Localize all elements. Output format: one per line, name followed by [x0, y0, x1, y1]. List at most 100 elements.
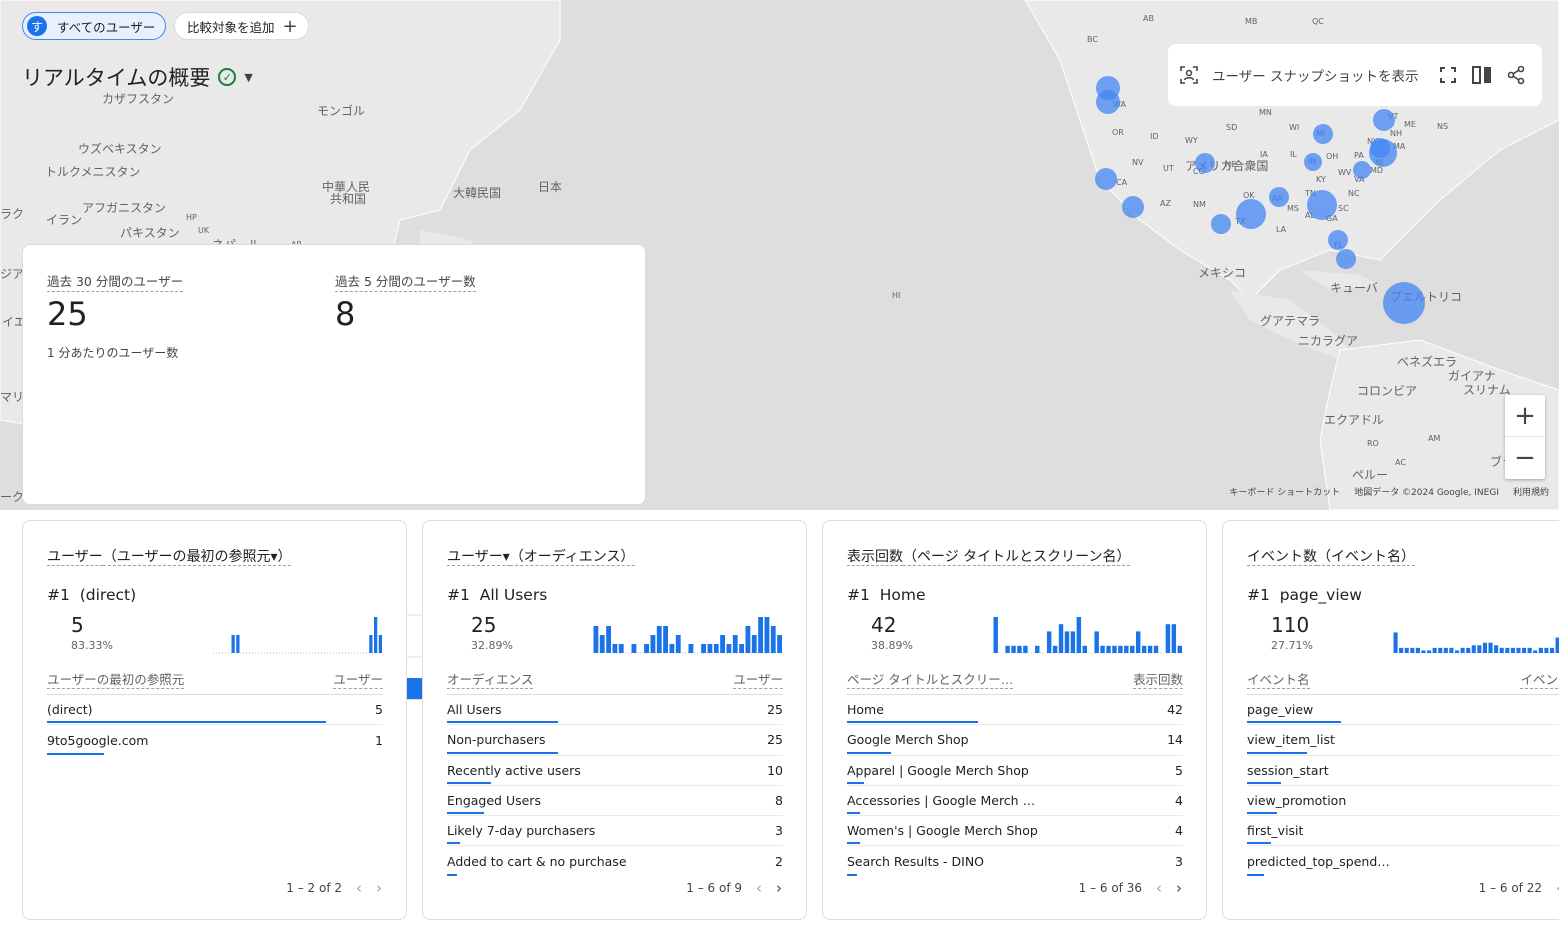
- map-data-credit: 地図データ ©2024 Google, INEGI: [1354, 488, 1499, 498]
- compare-columns-icon[interactable]: [1471, 64, 1493, 86]
- dimension-column-header[interactable]: ページ タイトルとスクリー…: [847, 669, 1014, 689]
- page-title: リアルタイムの概要: [22, 66, 211, 90]
- chevron-down-icon[interactable]: ▼: [244, 71, 252, 84]
- card-title-metric[interactable]: ユーザー: [47, 549, 103, 566]
- metric-column-header[interactable]: イベント数: [1520, 669, 1559, 689]
- user-location-dot[interactable]: [1195, 153, 1215, 173]
- segment-avatar: す: [27, 16, 47, 36]
- chevron-left-icon[interactable]: ‹: [1156, 879, 1162, 897]
- user-location-dot[interactable]: [1269, 187, 1289, 207]
- user-location-dot[interactable]: [1353, 161, 1371, 179]
- keyboard-shortcuts-link[interactable]: キーボード ショートカット: [1229, 485, 1340, 498]
- dimension-column-header[interactable]: ユーザーの最初の参照元: [47, 669, 185, 689]
- user-location-dot[interactable]: [1122, 196, 1144, 218]
- card-title[interactable]: イベント数（イベント名）: [1247, 546, 1415, 566]
- card-title[interactable]: 表示回数（ページ タイトルとスクリーン名）: [847, 546, 1131, 566]
- dimension-column-header[interactable]: オーディエンス: [447, 669, 534, 689]
- spark-bar: [599, 635, 605, 653]
- chevron-left-icon[interactable]: ‹: [356, 879, 362, 897]
- metric-column-header[interactable]: 表示回数: [1132, 669, 1183, 689]
- pagination: 1 – 6 of 36 ‹ ›: [1079, 879, 1182, 897]
- table-row[interactable]: All Users 25: [447, 695, 783, 726]
- table-row[interactable]: Home 42: [847, 695, 1183, 726]
- user-snapshot-icon[interactable]: [1178, 64, 1200, 86]
- user-location-dot[interactable]: [1373, 109, 1395, 131]
- table-row[interactable]: Likely 7-day purchasers 3: [447, 816, 783, 847]
- table-row[interactable]: Recently active users 10: [447, 756, 783, 786]
- users-5min-label[interactable]: 過去 5 分間のユーザー数: [335, 271, 476, 292]
- fullscreen-icon[interactable]: [1437, 64, 1459, 86]
- user-location-dot[interactable]: [1236, 199, 1266, 229]
- user-snapshot-button[interactable]: ユーザー スナップショットを表示: [1212, 65, 1419, 85]
- zoom-out-button[interactable]: −: [1505, 437, 1545, 479]
- card-title-dimension[interactable]: （ページ タイトルとスクリーン名）: [903, 549, 1131, 566]
- table-row[interactable]: 9to5google.com 1: [47, 725, 383, 755]
- table-row[interactable]: Accessories | Google Merch … 4: [847, 786, 1183, 817]
- row-name: Apparel | Google Merch Shop: [847, 762, 1029, 778]
- row-name: Likely 7-day purchasers: [447, 823, 596, 839]
- card-title[interactable]: ユーザー▾（オーディエンス）: [447, 546, 635, 566]
- sparkline-chart[interactable]: [1393, 613, 1559, 655]
- sparkline-chart[interactable]: [593, 613, 783, 655]
- table-row[interactable]: Engaged Users 8: [447, 786, 783, 817]
- user-location-dot[interactable]: [1328, 230, 1348, 250]
- metric-column-header[interactable]: ユーザー: [733, 669, 783, 689]
- top-item-percent: 83.33%: [71, 639, 113, 652]
- table-body: All Users 25 Non-purchasers 25 Recently acti…: [447, 695, 783, 877]
- chevron-right-icon[interactable]: ›: [376, 879, 382, 897]
- row-proportion-bar: [47, 752, 105, 755]
- card-title-metric[interactable]: 表示回数: [847, 549, 903, 566]
- sparkline-chart[interactable]: [993, 613, 1183, 655]
- row-name: Search Results - DINO: [847, 854, 985, 870]
- spark-bar: [1130, 645, 1135, 653]
- all-users-chip[interactable]: す すべてのユーザー: [22, 12, 167, 40]
- spark-bar: [1499, 647, 1504, 653]
- table-row[interactable]: Added to cart & no purchase 2: [447, 846, 783, 876]
- spark-bar: [764, 617, 770, 653]
- user-location-dot[interactable]: [1211, 214, 1231, 234]
- spark-bar: [1505, 647, 1510, 653]
- terms-link[interactable]: 利用規約: [1513, 485, 1549, 498]
- table-row[interactable]: predicted_top_spend…18: [1247, 846, 1559, 876]
- user-location-dot[interactable]: [1370, 138, 1390, 158]
- table-row[interactable]: view_promotion35: [1247, 786, 1559, 817]
- user-location-dot[interactable]: [1313, 124, 1333, 144]
- table-row[interactable]: page_view110: [1247, 695, 1559, 726]
- chevron-right-icon[interactable]: ›: [776, 879, 782, 897]
- spark-bar: [751, 635, 757, 653]
- metric-column-header[interactable]: ユーザー: [333, 669, 383, 689]
- user-location-dot[interactable]: [1096, 90, 1120, 114]
- table-row[interactable]: Google Merch Shop 14: [847, 725, 1183, 756]
- page-title-row: リアルタイムの概要 ✓ ▼: [22, 62, 253, 92]
- table-row[interactable]: Women's | Google Merch Shop 4: [847, 816, 1183, 847]
- chevron-right-icon[interactable]: ›: [1176, 879, 1182, 897]
- table-row[interactable]: Non-purchasers 25: [447, 725, 783, 756]
- chevron-left-icon[interactable]: ‹: [756, 879, 762, 897]
- card-title-dimension[interactable]: （イベント名）: [1317, 549, 1415, 566]
- card-title-metric[interactable]: ユーザー▾: [447, 549, 510, 566]
- card-title-dimension[interactable]: （オーディエンス）: [509, 549, 635, 566]
- table-row[interactable]: view_item_list70: [1247, 725, 1559, 756]
- share-icon[interactable]: [1505, 64, 1527, 86]
- user-location-dot[interactable]: [1307, 190, 1337, 220]
- add-comparison-button[interactable]: 比較対象を追加 +: [174, 12, 309, 40]
- table-row[interactable]: (direct) 5: [47, 695, 383, 726]
- dimension-column-header[interactable]: イベント名: [1247, 669, 1310, 689]
- card-title[interactable]: ユーザー（ユーザーの最初の参照元▾）: [47, 546, 292, 566]
- card-title-metric[interactable]: イベント数: [1247, 549, 1317, 566]
- table-row[interactable]: first_visit26: [1247, 816, 1559, 847]
- user-location-dot[interactable]: [1336, 249, 1356, 269]
- table-row[interactable]: Apparel | Google Merch Shop 5: [847, 756, 1183, 786]
- bar[interactable]: [406, 678, 423, 699]
- user-location-dot[interactable]: [1383, 282, 1425, 324]
- user-location-dot[interactable]: [1095, 168, 1117, 190]
- sparkline-chart[interactable]: [193, 613, 383, 655]
- card-title-dimension[interactable]: （ユーザーの最初の参照元▾）: [102, 549, 292, 566]
- table-row[interactable]: Search Results - DINO 3: [847, 846, 1183, 876]
- row-name: view_item_list: [1247, 732, 1335, 748]
- user-location-dot[interactable]: [1304, 153, 1322, 171]
- table-row[interactable]: session_start39: [1247, 756, 1559, 786]
- users-30min-label[interactable]: 過去 30 分間のユーザー: [47, 271, 184, 292]
- spark-bar: [720, 635, 725, 653]
- zoom-in-button[interactable]: +: [1505, 395, 1545, 437]
